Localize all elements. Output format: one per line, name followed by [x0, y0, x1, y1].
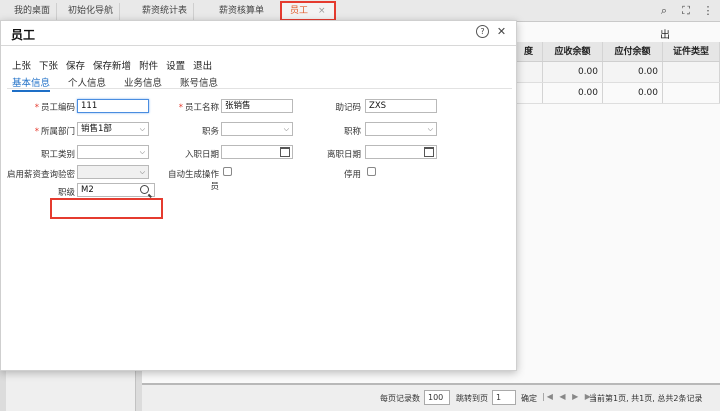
- auto-operator-label: 自动生成操作员: [167, 170, 219, 192]
- payable-cell: 0.00: [603, 62, 663, 82]
- settings-button[interactable]: 设置: [166, 58, 185, 72]
- employee-code-label: * 员工编码: [34, 103, 75, 113]
- export-button[interactable]: 出: [660, 26, 670, 41]
- tab-salary-calc[interactable]: 薪资核算单: [213, 3, 270, 20]
- search-icon[interactable]: [140, 185, 149, 194]
- salary-query-label: 启用薪资查询验密: [6, 170, 75, 180]
- dialog-title: 员工: [11, 28, 36, 42]
- tab-basic-info[interactable]: 基本信息: [12, 75, 51, 92]
- save-new-button[interactable]: 保存新增: [93, 58, 131, 72]
- next-record-button[interactable]: 下张: [39, 58, 58, 72]
- auto-operator-checkbox[interactable]: [223, 167, 232, 176]
- salary-query-select[interactable]: ⌵: [77, 165, 149, 179]
- attachment-button[interactable]: 附件: [139, 58, 158, 72]
- mnemonic-input[interactable]: ZXS: [365, 99, 437, 113]
- dialog-controls: ? ✕: [476, 25, 508, 38]
- category-label: 职工类别: [40, 150, 75, 160]
- tab-init-nav[interactable]: 初始化导航: [62, 3, 121, 20]
- disabled-label: 停用: [343, 170, 361, 180]
- receivable-cell: 0.00: [543, 62, 603, 82]
- tab-salary-stats[interactable]: 薪资统计表: [136, 3, 195, 20]
- close-icon[interactable]: ✕: [495, 25, 508, 38]
- window-controls: ⌕ ⛶ ⋮: [658, 3, 714, 19]
- chevron-down-icon: ⌵: [283, 125, 289, 133]
- job-grade-label: 职级: [57, 188, 75, 198]
- leave-date-input[interactable]: [365, 145, 437, 159]
- pager-status: 当前第1页, 共1页, 总共2条记录: [589, 394, 703, 403]
- chevron-down-icon: ⌵: [139, 148, 145, 156]
- category-select[interactable]: ⌵: [77, 145, 149, 159]
- employee-name-label: * 员工名称: [178, 103, 219, 113]
- column-header[interactable]: 证件类型: [663, 42, 720, 61]
- chevron-down-icon: ⌵: [427, 125, 433, 133]
- hire-date-input[interactable]: [221, 145, 293, 159]
- prev-record-button[interactable]: 上张: [12, 58, 31, 72]
- mnemonic-label: 助记码: [335, 103, 361, 113]
- confirm-button[interactable]: 确定: [521, 393, 537, 404]
- search-icon[interactable]: ⌕: [658, 3, 670, 19]
- dialog-subtabs: 基本信息 个人信息 业务信息 账号信息: [12, 75, 218, 92]
- help-icon[interactable]: ?: [476, 25, 489, 38]
- tab-business-info[interactable]: 业务信息: [124, 75, 162, 92]
- tab-desktop[interactable]: 我的桌面: [8, 3, 58, 20]
- exit-button[interactable]: 退出: [193, 58, 212, 72]
- payable-cell: 0.00: [603, 83, 663, 103]
- receivable-cell: 0.00: [543, 83, 603, 103]
- pager: 每页记录数 100 跳转到页 1 确定 |◀ ◀ ▶ ▶| 当前第1页, 共1页…: [142, 383, 720, 411]
- column-header[interactable]: 应收余额: [543, 42, 603, 61]
- duty-label: 职务: [201, 127, 219, 137]
- tab-account-info[interactable]: 账号信息: [180, 75, 218, 92]
- per-page-label: 每页记录数: [380, 394, 420, 403]
- leave-date-label: 离职日期: [326, 150, 361, 160]
- column-header[interactable]: 度: [515, 42, 543, 61]
- chevron-down-icon: ⌵: [139, 125, 145, 133]
- column-header[interactable]: 应付余额: [603, 42, 663, 61]
- employee-code-input[interactable]: 111: [77, 99, 149, 113]
- employee-name-input[interactable]: 张销售: [221, 99, 293, 113]
- more-icon[interactable]: ⋮: [702, 3, 714, 19]
- job-grade-input[interactable]: M2: [77, 183, 155, 197]
- tab-employee-label: 员工: [290, 6, 309, 16]
- top-tab-bar: 我的桌面 初始化导航 薪资统计表 薪资核算单 员工 × ⌕ ⛶ ⋮: [0, 0, 720, 22]
- disabled-checkbox[interactable]: [367, 167, 376, 176]
- duty-select[interactable]: ⌵: [221, 122, 293, 136]
- calendar-icon[interactable]: [280, 147, 290, 157]
- department-select[interactable]: 销售1部 ⌵: [77, 122, 149, 136]
- employee-dialog: 员工 ? ✕ 上张 下张 保存 保存新增 附件 设置 退出 基本信息 个人信息 …: [0, 20, 517, 371]
- department-label: * 所属部门: [34, 127, 75, 137]
- fullscreen-icon[interactable]: ⛶: [680, 3, 692, 19]
- title-label: 职称: [343, 127, 361, 137]
- tab-employee[interactable]: 员工 ×: [280, 1, 336, 21]
- save-button[interactable]: 保存: [66, 58, 85, 72]
- calendar-icon[interactable]: [424, 147, 434, 157]
- per-page-input[interactable]: 100: [424, 390, 450, 405]
- chevron-down-icon: ⌵: [139, 168, 145, 176]
- jump-label: 跳转到页: [456, 394, 488, 403]
- highlight-box: [50, 198, 163, 219]
- page-input[interactable]: 1: [492, 390, 516, 405]
- hire-date-label: 入职日期: [184, 150, 219, 160]
- dialog-toolbar: 上张 下张 保存 保存新增 附件 设置 退出: [12, 58, 212, 72]
- title-select[interactable]: ⌵: [365, 122, 437, 136]
- close-icon[interactable]: ×: [318, 6, 326, 16]
- tab-personal-info[interactable]: 个人信息: [68, 75, 106, 92]
